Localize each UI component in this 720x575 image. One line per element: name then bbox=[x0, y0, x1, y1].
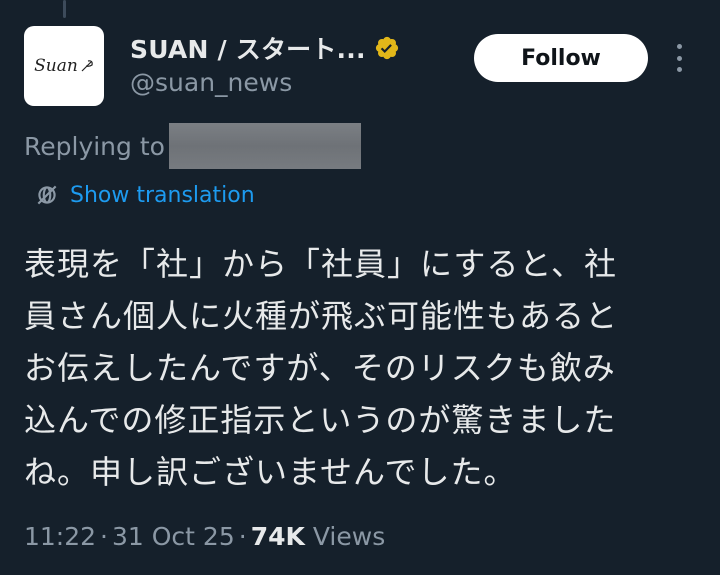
views-count: 74K bbox=[250, 522, 305, 551]
more-dot bbox=[676, 55, 682, 61]
avatar-logo: Suan bbox=[34, 56, 94, 76]
meta-separator: · bbox=[100, 522, 108, 551]
author-name-row: SUAN / スタート... bbox=[130, 30, 400, 66]
tweet-text: 表現を「社」から「社員」にすると、社 員さん個人に火種が飛ぶ可能性もあると お伝… bbox=[24, 245, 619, 491]
tweet-meta: 11:22 · 31 Oct 25 · 74K Views bbox=[24, 522, 385, 551]
thread-connector-line bbox=[63, 0, 66, 18]
tweet-view: Suan SUAN / スタート... @suan_news Follow Re… bbox=[0, 0, 720, 575]
show-translation-row[interactable]: Show translation bbox=[34, 178, 255, 212]
replying-to-label: Replying to bbox=[24, 131, 165, 161]
more-dot bbox=[676, 67, 682, 72]
tweet-time[interactable]: 11:22 bbox=[24, 522, 96, 551]
redacted-username bbox=[168, 123, 361, 169]
meta-separator: · bbox=[238, 522, 247, 551]
avatar-logo-text: Suan bbox=[34, 56, 78, 76]
author-block: SUAN / スタート... @suan_news bbox=[130, 30, 400, 97]
show-translation-link[interactable]: Show translation bbox=[70, 183, 255, 208]
more-dot bbox=[676, 44, 682, 49]
replying-to-row: Replying to bbox=[24, 123, 361, 169]
tweet-date[interactable]: 31 Oct 25 bbox=[112, 522, 235, 551]
follow-button[interactable]: Follow bbox=[474, 34, 648, 82]
author-display-name[interactable]: SUAN / スタート... bbox=[130, 30, 366, 66]
views-label: Views bbox=[312, 522, 386, 551]
verified-badge-icon[interactable] bbox=[374, 35, 400, 61]
quill-icon bbox=[81, 60, 93, 72]
more-options-icon[interactable] bbox=[670, 42, 688, 74]
author-handle[interactable]: @suan_news bbox=[130, 68, 400, 97]
translate-globe-icon bbox=[37, 185, 57, 205]
avatar[interactable]: Suan bbox=[24, 26, 104, 106]
